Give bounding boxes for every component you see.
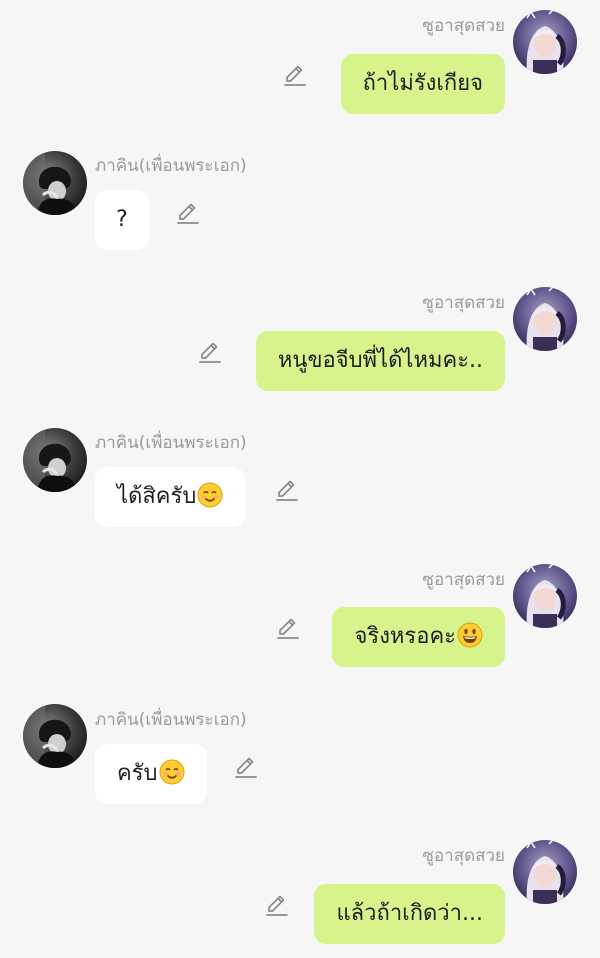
message-row-me: ซูอาสุดสวย แล้วถ้าเกิดว่า... bbox=[0, 0, 600, 958]
avatar[interactable] bbox=[513, 840, 577, 904]
pencil-edit-icon[interactable] bbox=[264, 892, 290, 918]
message-bubble[interactable]: แล้วถ้าเกิดว่า... bbox=[314, 884, 505, 944]
sender-name: ซูอาสุดสวย bbox=[422, 846, 505, 866]
girl-avatar-icon bbox=[513, 840, 577, 904]
message-text: แล้วถ้าเกิดว่า... bbox=[336, 901, 483, 926]
